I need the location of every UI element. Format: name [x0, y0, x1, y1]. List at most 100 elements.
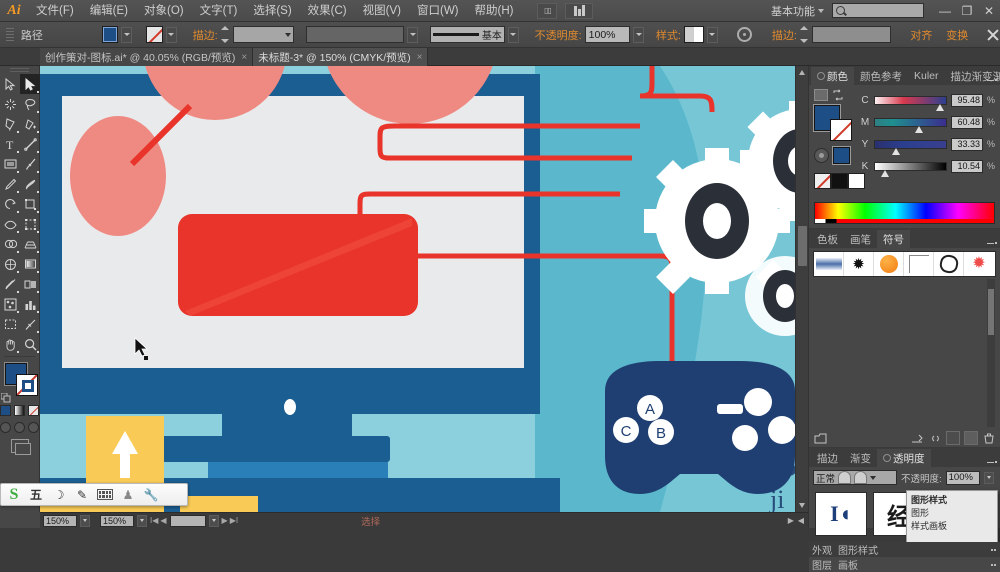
- gradient-button[interactable]: [14, 405, 25, 416]
- symbols-library-area[interactable]: [813, 277, 996, 429]
- stroke-swatch[interactable]: [16, 374, 38, 396]
- blend-tool[interactable]: [20, 274, 40, 294]
- tab-swatches[interactable]: 色板: [811, 230, 844, 248]
- brush-stepper[interactable]: [800, 26, 809, 43]
- menu-type[interactable]: 文字(T): [192, 0, 246, 22]
- status-prev-icon[interactable]: ◀: [798, 516, 804, 525]
- panel-collapse-icon[interactable]: [883, 454, 891, 462]
- transform-icon[interactable]: [986, 28, 1000, 42]
- sogou-logo-icon[interactable]: S: [4, 485, 24, 505]
- stroke-weight-label[interactable]: 描边:: [193, 27, 218, 43]
- magic-wand-tool[interactable]: [0, 94, 20, 114]
- gradient-tool[interactable]: [20, 254, 40, 274]
- symbol-splatter[interactable]: ✹: [844, 252, 874, 276]
- tools-panel-grip[interactable]: [0, 66, 39, 74]
- panel-menu-icon[interactable]: [987, 242, 997, 244]
- scroll-up-icon[interactable]: [799, 70, 805, 75]
- fill-dropdown[interactable]: [121, 27, 132, 43]
- recolor-artwork-icon[interactable]: [737, 27, 752, 42]
- first-artboard-icon[interactable]: I◀: [150, 516, 158, 525]
- artboard-number-input[interactable]: [170, 515, 206, 527]
- scale-tool[interactable]: [20, 194, 40, 214]
- graphic-style-swatch[interactable]: [684, 26, 704, 43]
- close-icon[interactable]: ×: [417, 52, 423, 63]
- canvas-vertical-scrollbar[interactable]: [795, 66, 808, 512]
- shape-builder-tool[interactable]: [0, 234, 20, 254]
- slider-y-value[interactable]: 33.33: [951, 138, 983, 151]
- align-label[interactable]: 对齐: [910, 27, 932, 43]
- grayscale-icon[interactable]: [814, 148, 829, 163]
- slider-c-thumb[interactable]: [936, 104, 944, 111]
- tab-color-guide[interactable]: 颜色参考: [854, 67, 908, 85]
- panel-menu-icon[interactable]: [987, 461, 997, 463]
- menu-file[interactable]: 文件(F): [28, 0, 82, 22]
- delete-symbol-icon[interactable]: [982, 431, 996, 445]
- workspace-label[interactable]: 基本功能: [761, 3, 818, 19]
- draw-behind-button[interactable]: [14, 422, 25, 433]
- panel-menu-icon[interactable]: [987, 79, 997, 81]
- symbol-libraries-icon[interactable]: [813, 431, 827, 445]
- blend-mode-select[interactable]: 正常: [813, 470, 897, 485]
- draw-inside-button[interactable]: [28, 422, 39, 433]
- brush-field[interactable]: [812, 26, 891, 43]
- symbol-corner[interactable]: [904, 252, 934, 276]
- none-button[interactable]: [28, 405, 39, 416]
- symbol-ring[interactable]: [934, 252, 964, 276]
- color-button[interactable]: [0, 405, 11, 416]
- prev-artboard-icon[interactable]: ◀: [160, 516, 166, 525]
- variable-width-dropdown[interactable]: [407, 27, 418, 43]
- opacity-input[interactable]: 100%: [585, 26, 630, 43]
- break-link-icon[interactable]: [928, 431, 942, 445]
- opacity-dropdown[interactable]: [984, 472, 994, 484]
- width-tool[interactable]: [0, 214, 20, 234]
- panel-menu-icon[interactable]: [991, 564, 996, 566]
- column-graph-tool[interactable]: [20, 294, 40, 314]
- zoom-level-input[interactable]: 150%: [43, 515, 77, 527]
- tab-brushes[interactable]: 画笔: [844, 230, 877, 248]
- opacity-dropdown[interactable]: [633, 27, 644, 43]
- tab-color[interactable]: 颜色: [811, 67, 854, 85]
- rectangle-tool[interactable]: [0, 154, 20, 174]
- hand-tool[interactable]: [0, 334, 20, 354]
- panel-menu-icon[interactable]: [991, 549, 996, 551]
- variable-width-profile-field[interactable]: [306, 26, 405, 43]
- tab-layers[interactable]: 图层: [812, 557, 832, 572]
- menu-edit[interactable]: 编辑(E): [82, 0, 136, 22]
- slider-y-thumb[interactable]: [892, 148, 900, 155]
- search-input[interactable]: [832, 3, 924, 18]
- scroll-down-icon[interactable]: [799, 503, 805, 508]
- status-next-icon[interactable]: ▶: [788, 516, 794, 525]
- artboard-number-dropdown[interactable]: [209, 515, 219, 527]
- arrange-documents-icon[interactable]: [565, 3, 593, 19]
- keyboard-icon[interactable]: [94, 485, 116, 505]
- tab-appearance[interactable]: 外观: [812, 542, 832, 557]
- direct-selection-tool[interactable]: [20, 74, 40, 94]
- swap-fill-stroke-icon[interactable]: [832, 89, 844, 101]
- symbol-options-icon[interactable]: [946, 431, 960, 445]
- slider-k-value[interactable]: 10.54: [951, 160, 983, 173]
- artboard-nav-input[interactable]: 150%: [100, 515, 134, 527]
- tab-artboards[interactable]: 画板: [838, 557, 858, 572]
- close-icon[interactable]: ×: [241, 52, 247, 63]
- symbol-sprayer-tool[interactable]: [0, 294, 20, 314]
- tab-stroke[interactable]: 描边: [811, 449, 844, 467]
- status-bar-nav-arrows[interactable]: ▶ ◀: [788, 516, 808, 525]
- wrench-icon[interactable]: 🔧: [140, 485, 162, 505]
- minimize-button[interactable]: —: [934, 0, 956, 22]
- ime-toolbar[interactable]: S 五 ☽ ✎ ♟ 🔧: [0, 483, 188, 506]
- transform-label[interactable]: 变换: [946, 27, 968, 43]
- object-thumbnail[interactable]: I◖: [815, 492, 867, 536]
- slider-m-thumb[interactable]: [915, 126, 923, 133]
- tab-stroke-gradient[interactable]: 描边渐变渐变: [945, 67, 1000, 85]
- fill-color-swatch[interactable]: [102, 26, 119, 43]
- next-artboard-icon[interactable]: ▶: [222, 516, 228, 525]
- slider-k-thumb[interactable]: [881, 170, 889, 177]
- free-transform-tool[interactable]: [20, 214, 40, 234]
- current-color-swatch[interactable]: [833, 147, 850, 164]
- slider-y-track[interactable]: [874, 140, 947, 149]
- zoom-dropdown[interactable]: [80, 515, 90, 527]
- scrollbar-thumb[interactable]: [798, 226, 807, 266]
- artboard-nav-2[interactable]: ▶ ▶I: [222, 516, 239, 525]
- moon-icon[interactable]: ☽: [48, 485, 70, 505]
- tab-transparency[interactable]: 透明度: [877, 449, 931, 467]
